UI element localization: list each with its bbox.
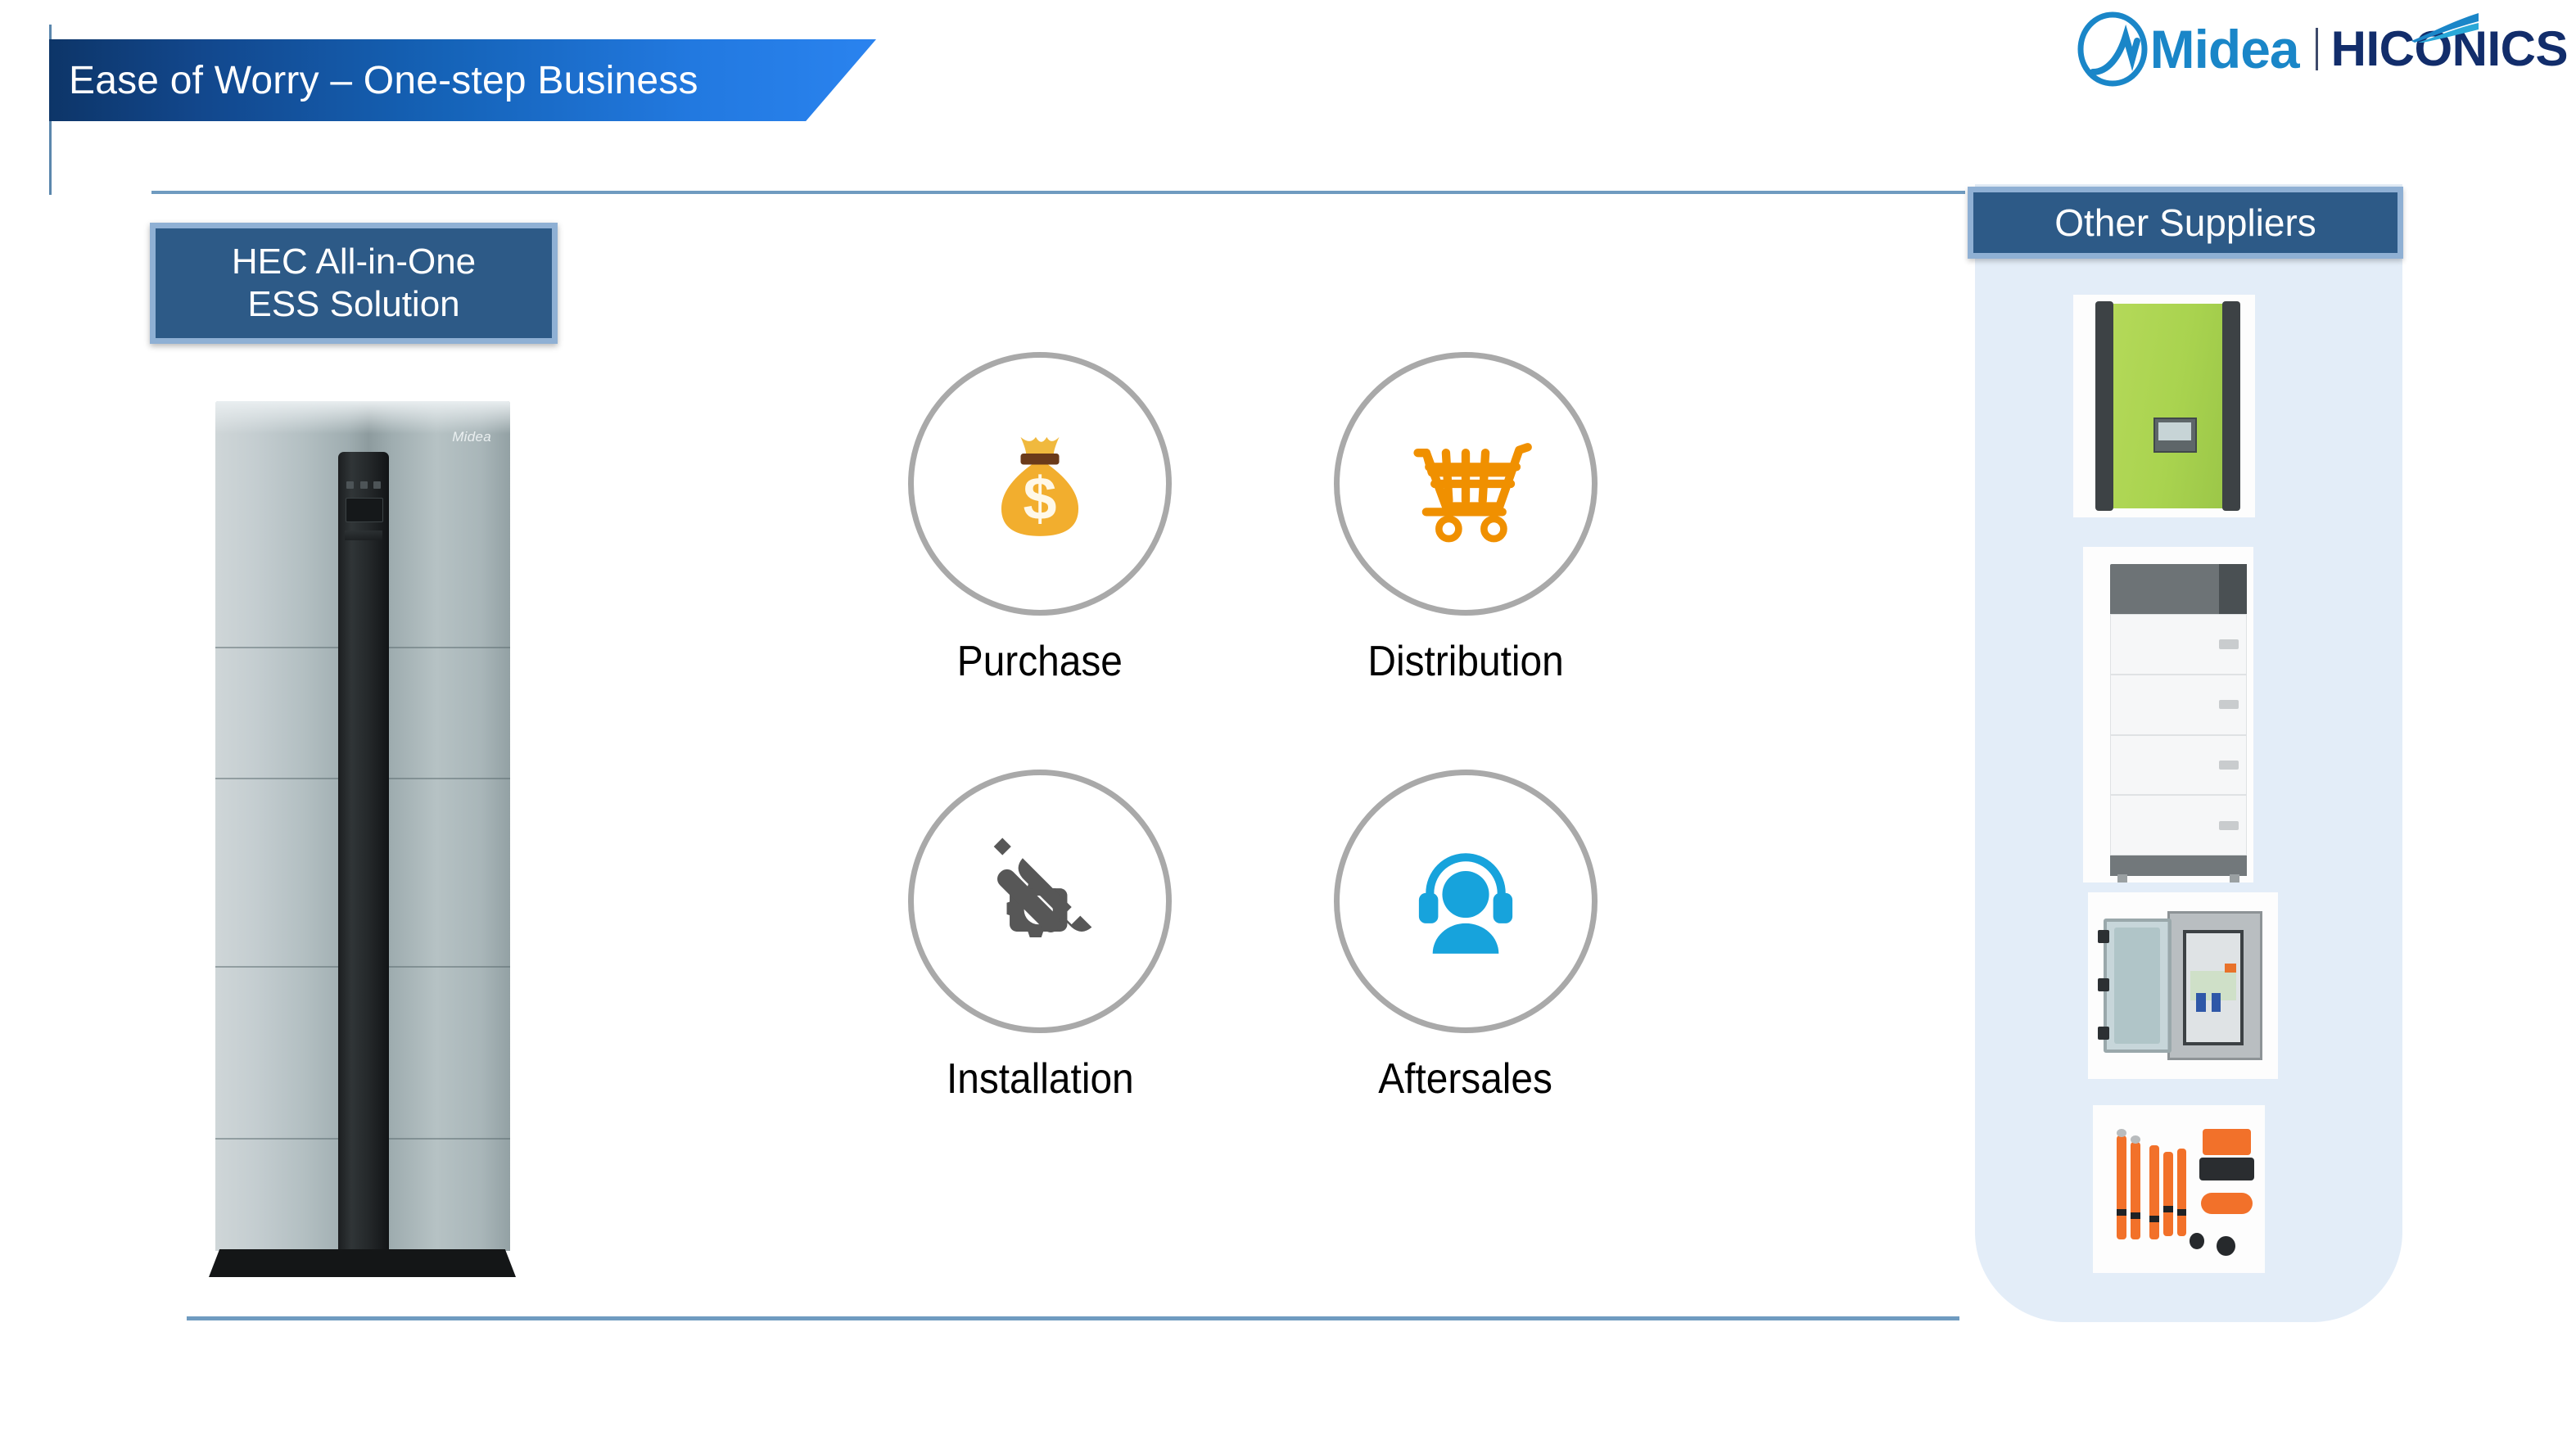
battery-module (2110, 734, 2247, 796)
cabinet-vent (345, 530, 382, 540)
battery-module (2110, 674, 2247, 735)
cable-terminal-lug (2131, 1135, 2140, 1144)
top-horizontal-rule (151, 191, 1965, 194)
support-headset-icon (1418, 853, 1513, 954)
cable-band (2149, 1216, 2159, 1223)
step-aftersales[interactable]: Aftersales (1253, 770, 1679, 1187)
logo-divider (2315, 28, 2318, 70)
cabinet-base-plinth (209, 1249, 516, 1277)
hv-cable (2176, 1149, 2187, 1236)
step-distribution[interactable]: Distribution (1253, 352, 1679, 770)
brand-logo: Midea HICONICS (2072, 10, 2569, 88)
gear-wrench-icon (993, 837, 1092, 937)
battery-top-vent (2219, 563, 2247, 614)
battery-module (2110, 795, 2247, 856)
other-suppliers-title: Other Suppliers (2054, 201, 2316, 244)
cable-band (2117, 1209, 2126, 1217)
step-label: Distribution (1367, 638, 1564, 685)
hv-cable (2117, 1135, 2126, 1239)
money-bag-icon: $ (1001, 436, 1079, 536)
slide-title-banner: Ease of Worry – One-step Business (49, 39, 876, 121)
step-icon-ring (1334, 352, 1598, 616)
combiner-indicator (2225, 963, 2236, 973)
other-suppliers-header: Other Suppliers (1968, 187, 2403, 259)
combiner-hinge (2097, 977, 2109, 991)
inverter-side-rail (2222, 301, 2241, 511)
hv-cable (2149, 1145, 2159, 1239)
cable-band (2131, 1212, 2140, 1220)
cable-terminal-lug (2117, 1128, 2126, 1137)
cable-gland (2217, 1235, 2236, 1257)
hv-cable (2163, 1152, 2173, 1236)
battery-base (2110, 855, 2247, 876)
inverter-body (2113, 303, 2226, 509)
cabinet-led-indicators (346, 481, 381, 490)
step-icon-ring: $ (908, 352, 1172, 616)
cable-gland (2189, 1232, 2205, 1250)
cabinet-display-screen (346, 498, 383, 522)
inverter-side-rail (2095, 301, 2113, 511)
bottom-horizontal-rule (187, 1316, 1959, 1320)
cable-band (2163, 1206, 2173, 1213)
combiner-breaker (2196, 993, 2206, 1012)
cable-connector (2201, 1192, 2253, 1215)
inverter-display (2153, 417, 2197, 454)
step-label: Purchase (956, 638, 1123, 685)
process-steps-grid: $ Purchase Distribution Installation Aft… (827, 352, 1679, 1187)
supplier-product-combiner-box (2088, 892, 2278, 1079)
shopping-cart-icon (1413, 443, 1532, 543)
combiner-breaker (2211, 993, 2221, 1012)
supplier-product-hv-cables (2093, 1105, 2265, 1273)
hec-label-line-1: HEC All-in-One (231, 242, 477, 282)
battery-top-unit (2110, 563, 2223, 614)
step-purchase[interactable]: $ Purchase (827, 352, 1253, 770)
cabinet-center-strip (338, 452, 389, 1251)
hec-label-line-2: ESS Solution (247, 284, 460, 324)
combiner-hinge (2097, 929, 2109, 943)
cabinet-brand-mark: Midea (452, 429, 491, 445)
hv-cable (2131, 1142, 2140, 1239)
cable-connector (2203, 1128, 2252, 1156)
step-icon-ring (908, 770, 1172, 1033)
combiner-door-window (2114, 928, 2161, 1044)
hec-ess-cabinet-image: Midea (178, 401, 548, 1285)
battery-foot (2117, 873, 2128, 882)
hiconics-wave-icon (2411, 13, 2479, 43)
step-label: Installation (946, 1055, 1134, 1103)
battery-foot (2229, 873, 2240, 882)
supplier-product-green-inverter (2073, 295, 2255, 517)
step-label: Aftersales (1378, 1055, 1553, 1103)
cable-band (2176, 1209, 2187, 1217)
step-icon-ring (1334, 770, 1598, 1033)
step-installation[interactable]: Installation (827, 770, 1253, 1187)
svg-text:$: $ (1023, 465, 1056, 533)
battery-module (2110, 614, 2247, 675)
cable-connector (2199, 1157, 2255, 1181)
hec-product-label-box: HEC All-in-One ESS Solution (150, 223, 558, 344)
page-title: Ease of Worry – One-step Business (69, 58, 698, 102)
combiner-hinge (2097, 1027, 2109, 1040)
supplier-product-battery-tower (2083, 547, 2253, 882)
brand-name-primary: Midea (2149, 19, 2300, 79)
